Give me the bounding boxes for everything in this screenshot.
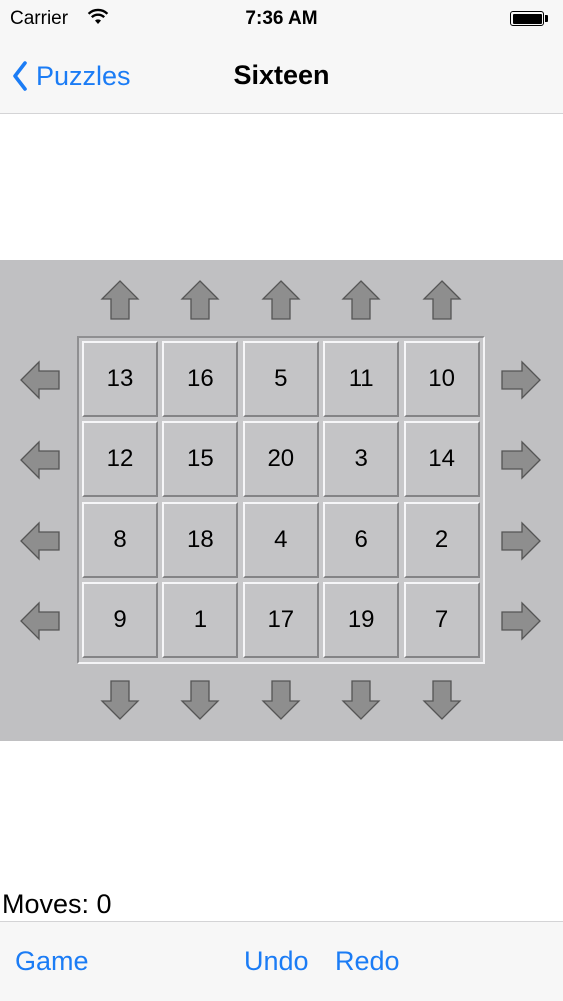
puzzle-tile[interactable]: 8: [82, 501, 158, 578]
arrow-up-icon[interactable]: [179, 279, 221, 321]
arrow-left-icon[interactable]: [19, 600, 61, 642]
game-area: 13 16 5 11 10 12 15 20 3 14 8 18 4 6 2 9 1 17 19 7: [0, 260, 563, 741]
arrow-up-icon[interactable]: [421, 279, 463, 321]
puzzle-tile[interactable]: 1: [162, 582, 239, 659]
battery-cap: [545, 15, 548, 22]
arrow-right-icon[interactable]: [500, 359, 542, 401]
arrow-up-icon[interactable]: [340, 279, 382, 321]
navigation-bar: Puzzles Sixteen: [0, 40, 563, 114]
puzzle-tile[interactable]: 15: [162, 421, 239, 498]
clock: 7:36 AM: [245, 8, 318, 29]
battery-icon: [510, 11, 544, 26]
puzzle-tile[interactable]: 6: [323, 501, 400, 578]
puzzle-tile[interactable]: 3: [323, 421, 400, 498]
arrow-down-icon[interactable]: [99, 679, 141, 721]
page-title: Sixteen: [233, 60, 330, 90]
arrow-down-icon[interactable]: [260, 679, 302, 721]
arrow-up-icon[interactable]: [260, 279, 302, 321]
game-button[interactable]: Game: [15, 946, 89, 977]
puzzle-tile[interactable]: 17: [242, 582, 319, 659]
moves-counter: Moves: 0: [2, 889, 112, 919]
puzzle-tile[interactable]: 20: [242, 421, 319, 498]
puzzle-tile[interactable]: 5: [242, 341, 319, 417]
puzzle-tile[interactable]: 10: [403, 341, 480, 417]
puzzle-tile[interactable]: 4: [242, 501, 319, 578]
arrow-left-icon[interactable]: [19, 359, 61, 401]
puzzle-board: 13 16 5 11 10 12 15 20 3 14 8 18 4 6 2 9 1 17 19 7: [77, 336, 485, 664]
puzzle-tile[interactable]: 11: [323, 341, 400, 417]
puzzle-tile[interactable]: 12: [82, 421, 158, 498]
arrow-right-icon[interactable]: [500, 600, 542, 642]
arrow-up-icon[interactable]: [99, 279, 141, 321]
arrow-right-icon[interactable]: [500, 520, 542, 562]
puzzle-tile[interactable]: 13: [82, 341, 158, 417]
arrow-right-icon[interactable]: [500, 439, 542, 481]
status-bar: Carrier 7:36 AM: [0, 0, 563, 40]
bottom-toolbar: Game Undo Redo: [0, 921, 563, 1001]
puzzle-tile[interactable]: 19: [323, 582, 400, 659]
puzzle-tile[interactable]: 18: [162, 501, 239, 578]
puzzle-tile[interactable]: 14: [403, 421, 480, 498]
arrow-down-icon[interactable]: [179, 679, 221, 721]
puzzle-tile[interactable]: 16: [162, 341, 239, 417]
arrow-left-icon[interactable]: [19, 439, 61, 481]
arrow-left-icon[interactable]: [19, 520, 61, 562]
puzzle-tile[interactable]: 2: [403, 501, 480, 578]
arrow-down-icon[interactable]: [421, 679, 463, 721]
arrow-down-icon[interactable]: [340, 679, 382, 721]
redo-button[interactable]: Redo: [335, 946, 400, 977]
puzzle-tile[interactable]: 7: [403, 582, 480, 659]
puzzle-tile[interactable]: 9: [82, 582, 158, 659]
undo-button[interactable]: Undo: [244, 946, 309, 977]
